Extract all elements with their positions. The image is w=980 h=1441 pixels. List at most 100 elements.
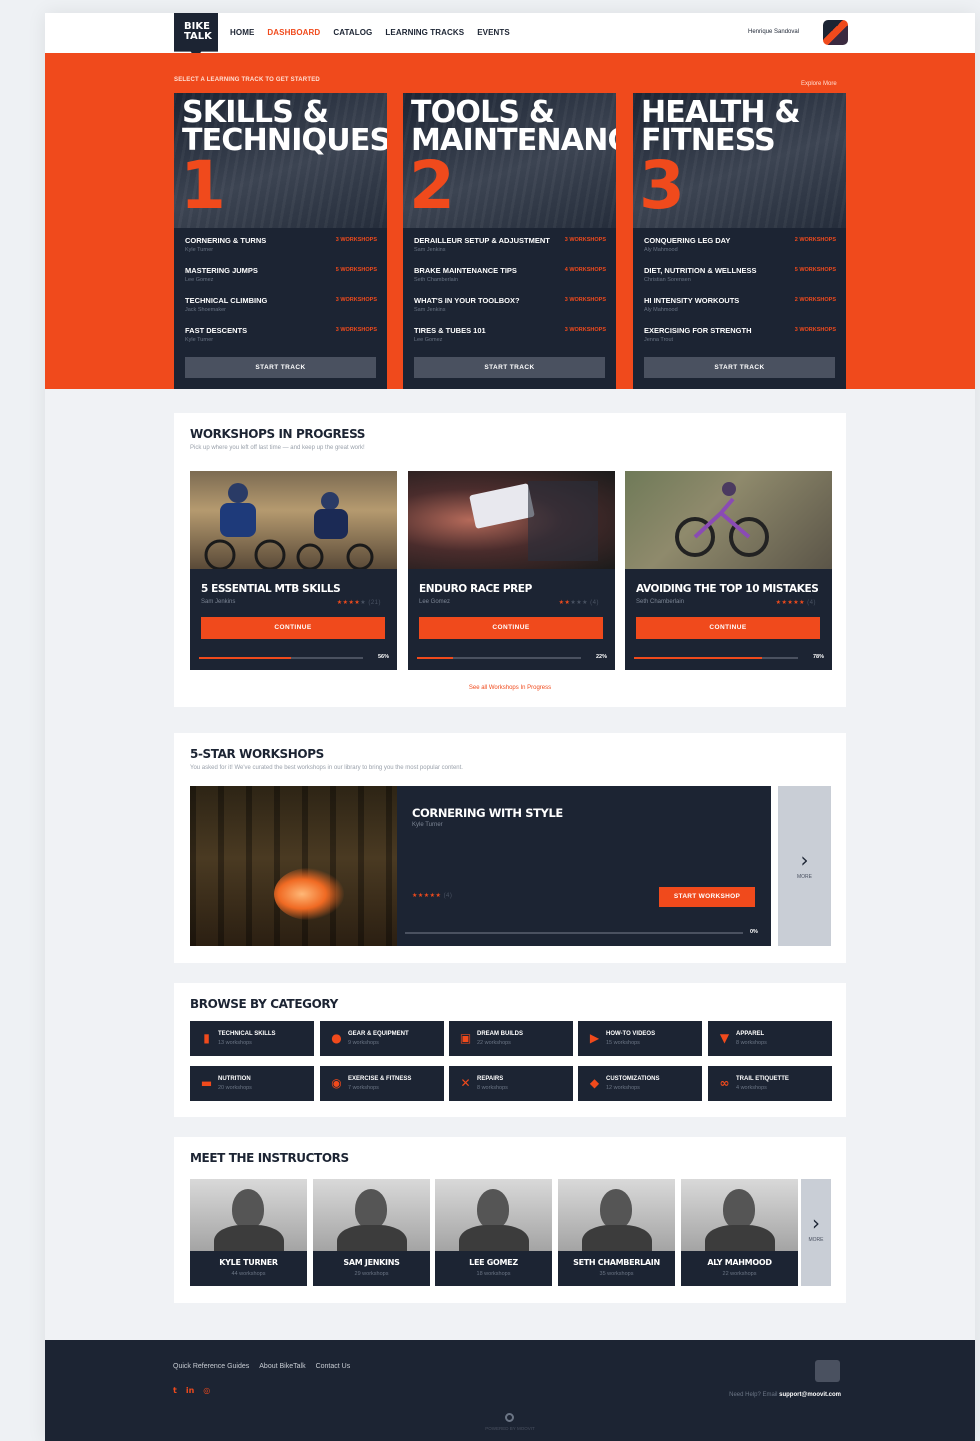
section-title: WORKSHOPS IN PROGRESS [190, 427, 366, 441]
instructor-photo [558, 1179, 675, 1251]
track-card-tools[interactable]: TOOLS &MAINTENANCE 2 DERAILLEUR SETUP & … [403, 93, 616, 389]
instructor-photo [313, 1179, 430, 1251]
continue-button[interactable]: CONTINUE [636, 617, 820, 639]
start-track-button[interactable]: START TRACK [185, 357, 376, 378]
support-email-link[interactable]: support@moovit.com [779, 1392, 841, 1398]
shirt-icon: ▼ [719, 1031, 730, 1045]
category-gear-equipment[interactable]: ● GEAR & EQUIPMENT 9 workshops [320, 1021, 444, 1056]
footer-link-about[interactable]: About BikeTalk [259, 1363, 305, 1370]
footer-links: Quick Reference Guides About BikeTalk Co… [173, 1363, 350, 1370]
book-icon: ▮ [203, 1031, 210, 1045]
explore-more-link[interactable]: Explore More [801, 81, 837, 87]
instructor-photo [435, 1179, 552, 1251]
track-number: 1 [180, 147, 226, 224]
track-workshop-list: CORNERING & TURNS Kyle Turner 3 WORKSHOPS … [185, 236, 377, 356]
instructor-card[interactable]: SETH CHAMBERLAIN 35 workshops [558, 1179, 675, 1286]
more-label: MORE [808, 1237, 824, 1243]
continue-button[interactable]: CONTINUE [419, 617, 603, 639]
footer-link-contact[interactable]: Contact Us [316, 1363, 351, 1370]
track-item[interactable]: HI INTENSITY WORKOUTS Aly Mahmood 2 WORKSH… [644, 296, 836, 326]
track-workshop-list: CONQUERING LEG DAY Aly Mahmood 2 WORKSHOPS… [644, 236, 836, 356]
track-card-health[interactable]: HEALTH & FITNESS 3 CONQUERING LEG DAY Aly … [633, 93, 846, 389]
track-item[interactable]: FAST DESCENTS Kyle Turner 3 WORKSHOPS [185, 326, 377, 356]
workshop-title: ENDURO RACE PREP [419, 583, 532, 595]
track-item[interactable]: BRAKE MAINTENANCE TIPS Seth Chamberlain 4 … [414, 266, 606, 296]
start-track-button[interactable]: START TRACK [414, 357, 605, 378]
instructor-card[interactable]: KYLE TURNER 44 workshops [190, 1179, 307, 1286]
track-item[interactable]: TECHNICAL CLIMBING Jack Shoemaker 3 WORKSH… [185, 296, 377, 326]
continue-button[interactable]: CONTINUE [201, 617, 385, 639]
progress-bar [405, 932, 743, 934]
track-item[interactable]: TIRES & TUBES 101 Lee Gomez 3 WORKSHOPS [414, 326, 606, 356]
bike-icon: ∞ [719, 1076, 730, 1090]
nav-learning-tracks[interactable]: LEARNING TRACKS [385, 28, 464, 37]
nav-home[interactable]: HOME [230, 28, 254, 37]
see-all-in-progress-link[interactable]: See all Workshops In Progress [174, 685, 846, 691]
instructor-card[interactable]: ALY MAHMOOD 22 workshops [681, 1179, 798, 1286]
progress-fill [199, 657, 291, 659]
instructors-section: MEET THE INSTRUCTORS KYLE TURNER 44 works… [174, 1137, 846, 1303]
help-text: Need Help? Email support@moovit.com [729, 1392, 841, 1398]
workshop-author: Lee Gomez [419, 599, 451, 605]
footer-link-quick-reference[interactable]: Quick Reference Guides [173, 1363, 249, 1370]
instagram-icon[interactable]: ◎ [203, 1386, 210, 1395]
progress-percent: 56% [377, 654, 389, 660]
more-label: MORE [797, 874, 812, 880]
chevron-right-icon: › [812, 1211, 820, 1235]
workshop-card[interactable]: AVOIDING THE TOP 10 MISTAKES Seth Chambe… [625, 471, 832, 670]
section-subtitle: You asked for it! We've curated the best… [190, 765, 463, 771]
category-customizations[interactable]: ◆ CUSTOMIZATIONS 12 workshops [578, 1066, 702, 1101]
category-dream-builds[interactable]: ▣ DREAM BUILDS 22 workshops [449, 1021, 573, 1056]
riders-illustration [204, 483, 374, 571]
category-nutrition[interactable]: ▬ NUTRITION 20 workshops [190, 1066, 314, 1101]
footer: Quick Reference Guides About BikeTalk Co… [45, 1340, 975, 1441]
star-rating: ★★★★★ (4) [412, 893, 453, 899]
top-nav: BIKE TALK HOME DASHBOARD CATALOG LEARNIN… [45, 13, 975, 59]
instructor-card[interactable]: LEE GOMEZ 18 workshops [435, 1179, 552, 1286]
workshop-image [408, 471, 615, 569]
star-rating: ★★★★★ (4) [558, 600, 599, 606]
user-name[interactable]: Henrique Sandoval [748, 29, 799, 35]
progress-bar [417, 657, 581, 659]
featured-workshop-image [190, 786, 397, 946]
browse-by-category-section: BROWSE BY CATEGORY ▮ TECHNICAL SKILLS 13 w… [174, 983, 846, 1117]
category-technical-skills[interactable]: ▮ TECHNICAL SKILLS 13 workshops [190, 1021, 314, 1056]
linkedin-icon[interactable]: in [186, 1386, 194, 1395]
workshop-card[interactable]: ENDURO RACE PREP Lee Gomez ★★★★★ (4) CON… [408, 471, 615, 670]
wrench-icon: ✕ [460, 1076, 471, 1090]
five-star-workshops-section: 5-STAR WORKSHOPS You asked for it! We've… [174, 733, 846, 963]
user-avatar[interactable] [823, 20, 848, 45]
nav-catalog[interactable]: CATALOG [333, 28, 372, 37]
track-item[interactable]: CONQUERING LEG DAY Aly Mahmood 2 WORKSHOPS [644, 236, 836, 266]
track-card-skills[interactable]: SKILLS & TECHNIQUES 1 CORNERING & TURNS Ky… [174, 93, 387, 389]
moovit-logo-icon [505, 1413, 514, 1422]
twitter-icon[interactable]: t [173, 1386, 177, 1395]
category-exercise-fitness[interactable]: ◉ EXERCISE & FITNESS 7 workshops [320, 1066, 444, 1101]
track-item[interactable]: DERAILLEUR SETUP & ADJUSTMENT Sam Jenkins… [414, 236, 606, 266]
paint-icon: ◆ [589, 1076, 600, 1090]
workshop-author: Sam Jenkins [201, 599, 236, 605]
nav-dashboard[interactable]: DASHBOARD [267, 28, 320, 37]
category-how-to-videos[interactable]: ▶ HOW-TO VIDEOS 15 workshops [578, 1021, 702, 1056]
workshop-image [190, 471, 397, 571]
track-item[interactable]: EXERCISING FOR STRENGTH Jenna Trout 3 WORK… [644, 326, 836, 356]
start-track-button[interactable]: START TRACK [644, 357, 835, 378]
more-featured-button[interactable]: › MORE [778, 786, 831, 946]
track-item[interactable]: MASTERING JUMPS Lee Gomez 5 WORKSHOPS [185, 266, 377, 296]
race-plate-illustration [469, 481, 598, 561]
track-item[interactable]: WHAT'S IN YOUR TOOLBOX? Sam Jenkins 3 WORK… [414, 296, 606, 326]
nav-events[interactable]: EVENTS [477, 28, 510, 37]
workshop-title: 5 ESSENTIAL MTB SKILLS [201, 583, 341, 595]
featured-workshop-card[interactable]: CORNERING WITH STYLE Kyle Turner ★★★★★ (… [190, 786, 771, 946]
start-workshop-button[interactable]: START WORKSHOP [659, 887, 755, 907]
workshop-card[interactable]: 5 ESSENTIAL MTB SKILLS Sam Jenkins ★★★★★… [190, 471, 397, 670]
chat-icon[interactable] [815, 1360, 840, 1382]
category-trail-etiquette[interactable]: ∞ TRAIL ETIQUETTE 4 workshops [708, 1066, 832, 1101]
track-item[interactable]: DIET, NUTRITION & WELLNESS Christian Sore… [644, 266, 836, 296]
category-repairs[interactable]: ✕ REPAIRS 8 workshops [449, 1066, 573, 1101]
page: BIKE TALK HOME DASHBOARD CATALOG LEARNIN… [45, 13, 975, 1441]
track-item[interactable]: CORNERING & TURNS Kyle Turner 3 WORKSHOPS [185, 236, 377, 266]
more-instructors-button[interactable]: › MORE [801, 1179, 831, 1286]
category-apparel[interactable]: ▼ APPAREL 8 workshops [708, 1021, 832, 1056]
instructor-card[interactable]: SAM JENKINS 29 workshops [313, 1179, 430, 1286]
